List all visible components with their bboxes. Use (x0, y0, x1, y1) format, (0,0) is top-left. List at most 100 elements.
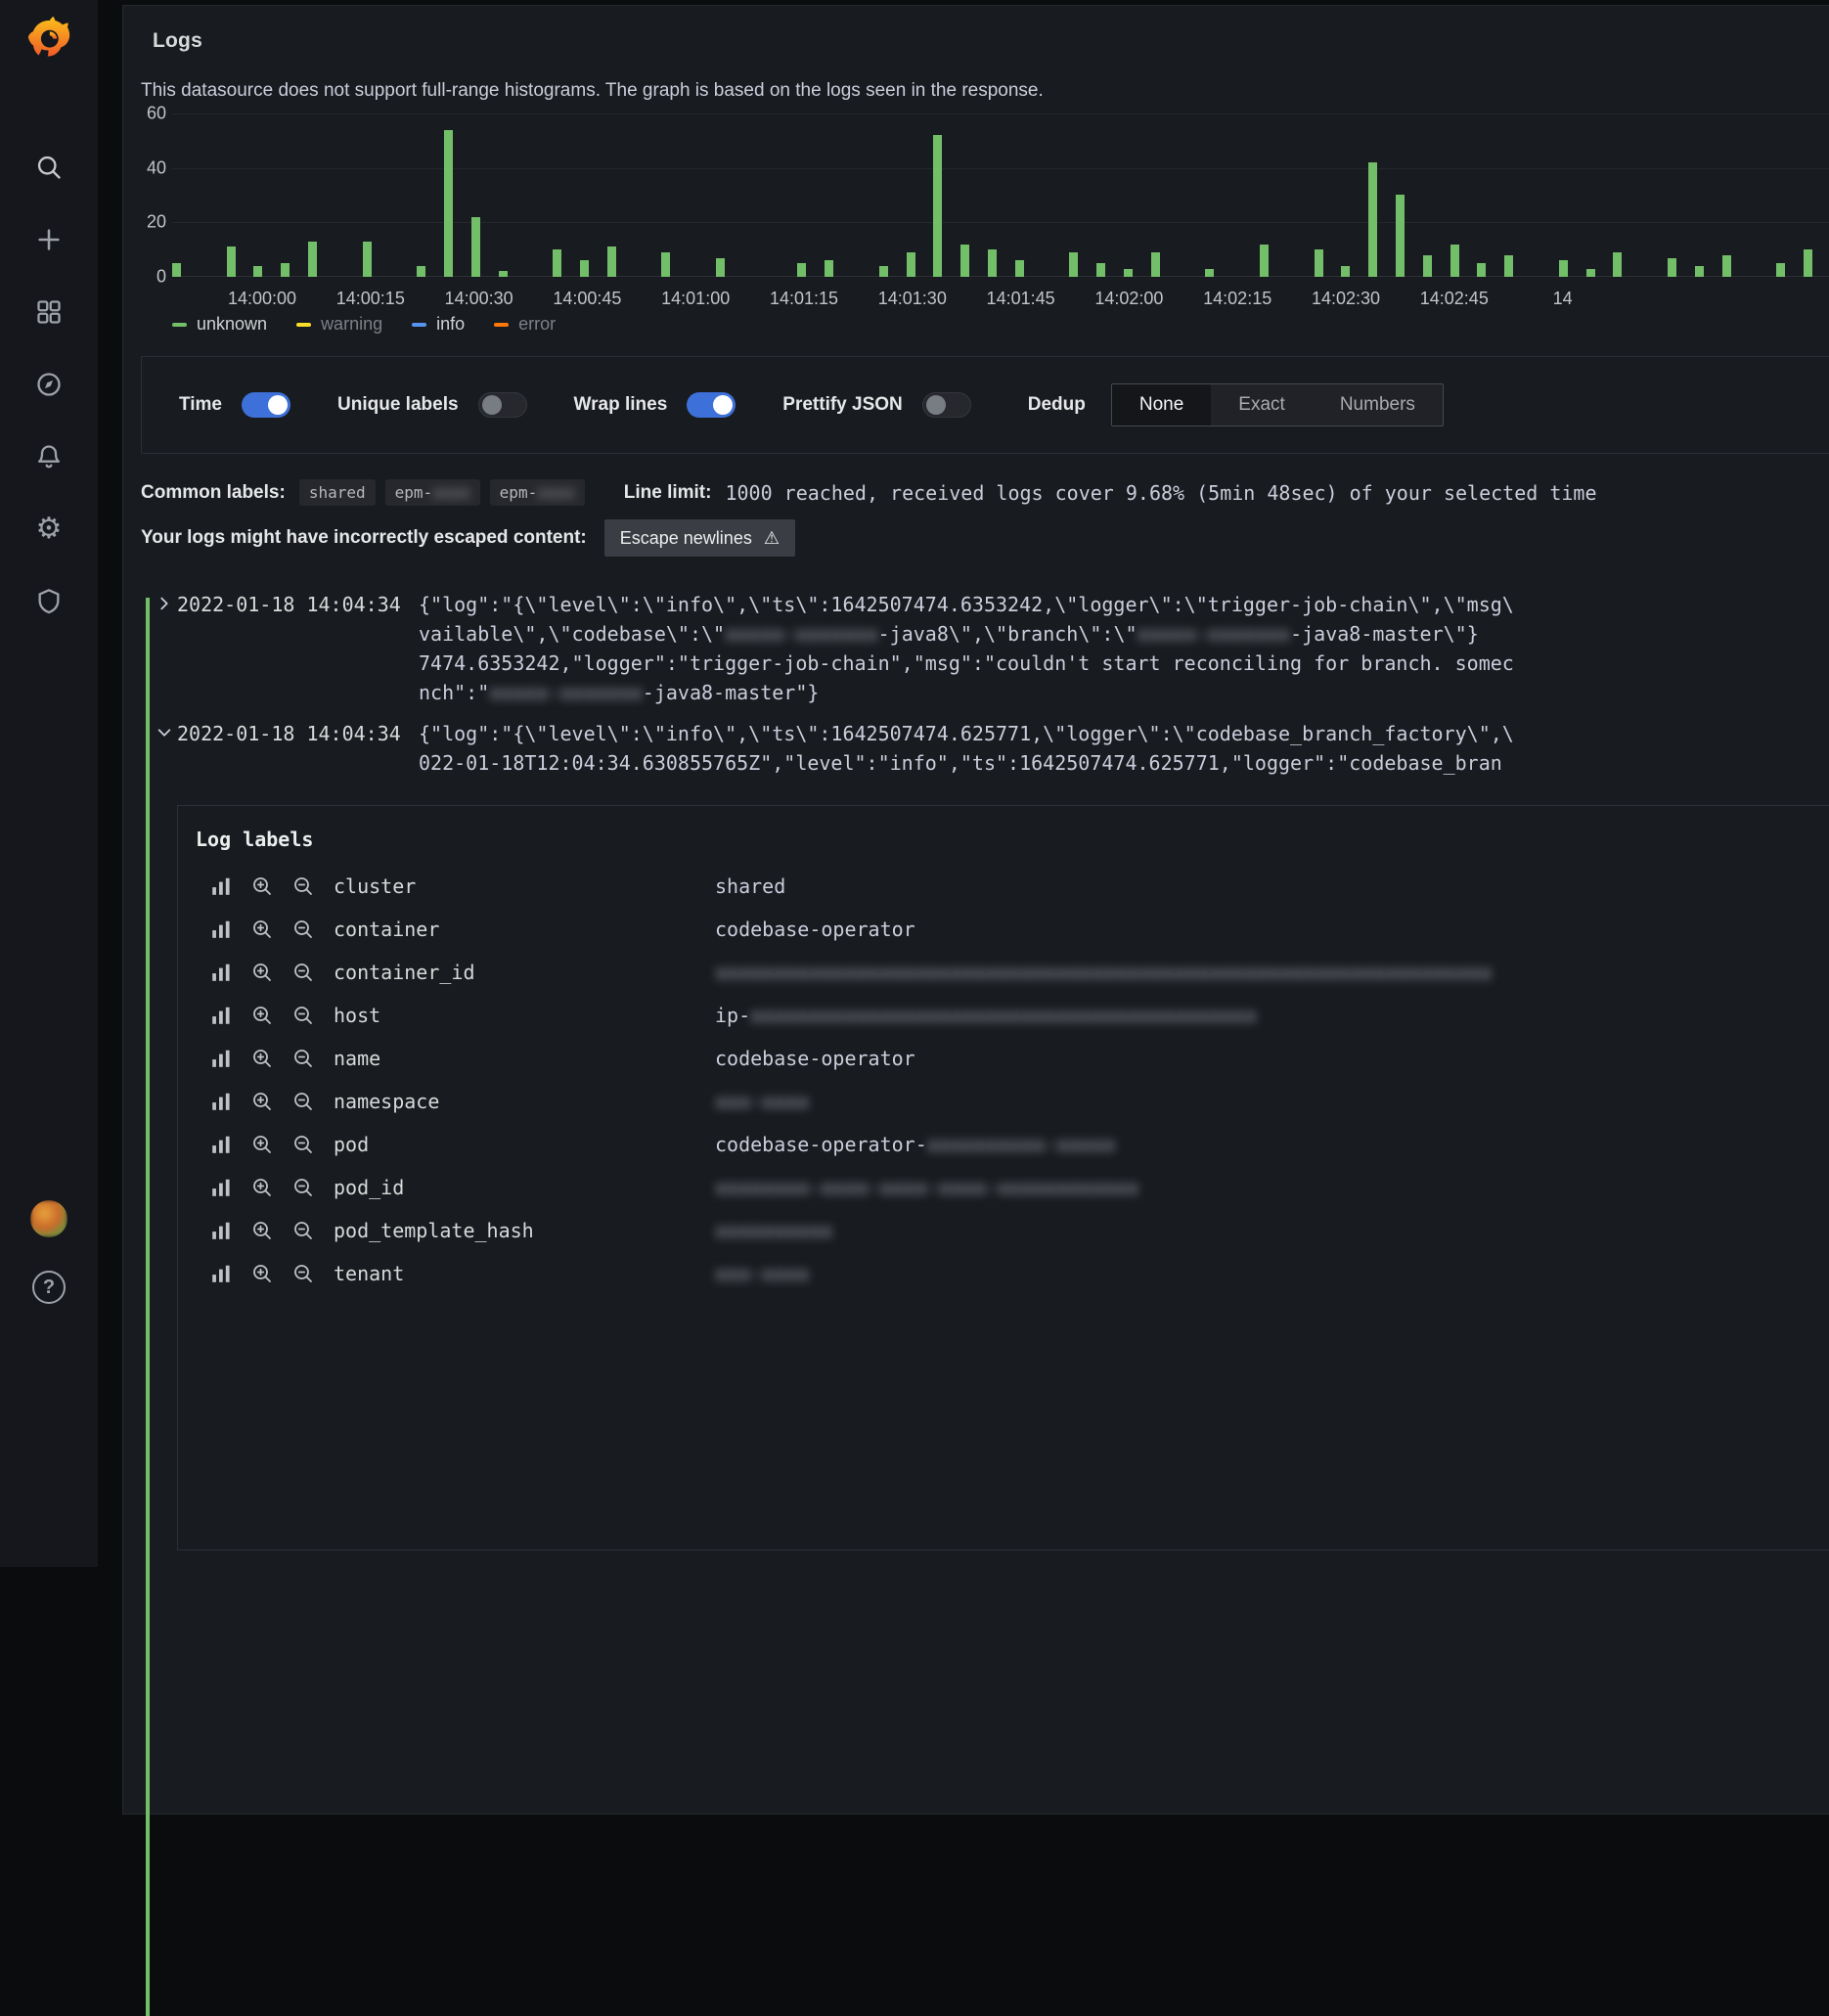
histogram-bar (1069, 252, 1078, 277)
label-row: namecodebase-operator (196, 1037, 1829, 1080)
filter-for-icon[interactable] (251, 1048, 273, 1069)
avatar-image (30, 1200, 67, 1237)
filter-out-icon[interactable] (292, 962, 314, 983)
toggle-item-wrap-lines: Wrap lines (574, 392, 736, 418)
search-icon[interactable] (34, 153, 64, 182)
label-value: xxxxxxxx-xxxx-xxxx-xxxx-xxxxxxxxxxxx (715, 1176, 1138, 1199)
y-axis-label: 20 (147, 212, 166, 233)
toggle-unique-labels[interactable] (478, 392, 527, 418)
stats-icon[interactable] (210, 1177, 232, 1198)
stats-icon[interactable] (210, 1091, 232, 1112)
escaped-content-row: Your logs might have incorrectly escaped… (141, 519, 1829, 557)
y-axis-label: 0 (156, 267, 166, 288)
label-name: namespace (334, 1090, 715, 1113)
legend-label: warning (321, 314, 382, 335)
help-icon[interactable]: ? (32, 1271, 66, 1304)
histogram-bar (1096, 263, 1105, 277)
filter-for-icon[interactable] (251, 962, 273, 983)
common-labels-chips: sharedepm-xxxxepm-xxxx (299, 479, 585, 506)
filter-out-icon[interactable] (292, 1177, 314, 1198)
histogram-bar (716, 258, 725, 277)
stats-icon[interactable] (210, 918, 232, 940)
legend-item-unknown[interactable]: unknown (172, 314, 267, 335)
alerting-bell-icon[interactable] (34, 442, 64, 471)
legend-item-error[interactable]: error (494, 314, 556, 335)
toggle-knob (713, 395, 733, 415)
grafana-logo[interactable] (23, 12, 74, 63)
filter-for-icon[interactable] (251, 1177, 273, 1198)
histogram-bar (988, 249, 997, 277)
user-avatar[interactable] (30, 1200, 67, 1237)
legend-swatch-error (494, 323, 509, 327)
escape-newlines-button[interactable]: Escape newlines ⚠ (604, 519, 795, 557)
histogram-bar (417, 266, 425, 277)
filter-for-icon[interactable] (251, 1263, 273, 1284)
filter-out-icon[interactable] (292, 1091, 314, 1112)
histogram-bar (1260, 245, 1269, 277)
create-icon[interactable] (34, 225, 64, 254)
dedup-option-none[interactable]: None (1112, 384, 1211, 426)
log-line: 022-01-18T12:04:34.630855765Z","level":"… (419, 748, 1829, 778)
log-options-bar: TimeUnique labelsWrap linesPrettify JSON… (141, 356, 1829, 454)
filter-out-icon[interactable] (292, 1134, 314, 1155)
histogram-bar (1368, 162, 1377, 277)
stats-icon[interactable] (210, 1263, 232, 1284)
stats-icon[interactable] (210, 1134, 232, 1155)
configuration-gear-icon[interactable]: ⚙ (34, 515, 64, 544)
toggle-label-time: Time (179, 394, 222, 416)
toggle-time[interactable] (242, 392, 290, 418)
toggle-wrap-lines[interactable] (687, 392, 736, 418)
histogram-bar (1776, 263, 1785, 277)
label-value: codebase-operator (715, 1047, 915, 1070)
legend-item-warning[interactable]: warning (296, 314, 382, 335)
dedup-option-exact[interactable]: Exact (1211, 384, 1313, 426)
filter-for-icon[interactable] (251, 1134, 273, 1155)
toggle-knob (268, 395, 288, 415)
stats-icon[interactable] (210, 962, 232, 983)
line-limit-label: Line limit: (624, 482, 712, 504)
histogram-bar (1559, 260, 1568, 277)
x-axis-label: 14 (1553, 289, 1573, 309)
explore-compass-icon[interactable] (34, 370, 64, 399)
y-axis-label: 40 (147, 157, 166, 178)
filter-for-icon[interactable] (251, 875, 273, 897)
filter-out-icon[interactable] (292, 918, 314, 940)
stats-icon[interactable] (210, 1005, 232, 1026)
label-name: host (334, 1004, 715, 1027)
stats-icon[interactable] (210, 1220, 232, 1241)
histogram-bar (1341, 266, 1350, 277)
toggle-knob (926, 395, 946, 415)
filter-out-icon[interactable] (292, 875, 314, 897)
label-row: containercodebase-operator (196, 908, 1829, 951)
server-admin-shield-icon[interactable] (34, 587, 64, 616)
log-row: 2022-01-18 14:04:34{"log":"{\"level\":\"… (156, 590, 1829, 707)
toggle-prettify-json[interactable] (922, 392, 971, 418)
logs-histogram: 6040200 14:00:0014:00:1514:00:3014:00:45… (141, 113, 1829, 335)
filter-for-icon[interactable] (251, 918, 273, 940)
dedup-option-numbers[interactable]: Numbers (1313, 384, 1443, 426)
expand-chevron-icon[interactable] (156, 595, 177, 707)
x-axis-label: 14:00:15 (336, 289, 405, 309)
label-value: xxx-xxxx (715, 1262, 809, 1285)
histogram-legend: unknown warning info error (141, 314, 1829, 335)
label-name: pod_template_hash (334, 1219, 715, 1242)
filter-for-icon[interactable] (251, 1005, 273, 1026)
stats-icon[interactable] (210, 875, 232, 897)
common-labels-row: Common labels: sharedepm-xxxxepm-xxxx Li… (141, 479, 1829, 506)
dashboards-icon[interactable] (34, 297, 64, 327)
histogram-bar (172, 263, 181, 277)
stats-icon[interactable] (210, 1048, 232, 1069)
filter-for-icon[interactable] (251, 1091, 273, 1112)
collapse-chevron-icon[interactable] (156, 724, 177, 778)
filter-out-icon[interactable] (292, 1263, 314, 1284)
legend-swatch-warning (296, 323, 311, 327)
filter-out-icon[interactable] (292, 1048, 314, 1069)
histogram-notice: This datasource does not support full-ra… (141, 80, 1829, 102)
label-value: xxxxxxxxxxxxxxxxxxxxxxxxxxxxxxxxxxxxxxxx… (715, 961, 1493, 984)
histogram-bar (1423, 255, 1432, 277)
filter-out-icon[interactable] (292, 1220, 314, 1241)
filter-for-icon[interactable] (251, 1220, 273, 1241)
label-name: name (334, 1047, 715, 1070)
filter-out-icon[interactable] (292, 1005, 314, 1026)
legend-item-info[interactable]: info (412, 314, 465, 335)
